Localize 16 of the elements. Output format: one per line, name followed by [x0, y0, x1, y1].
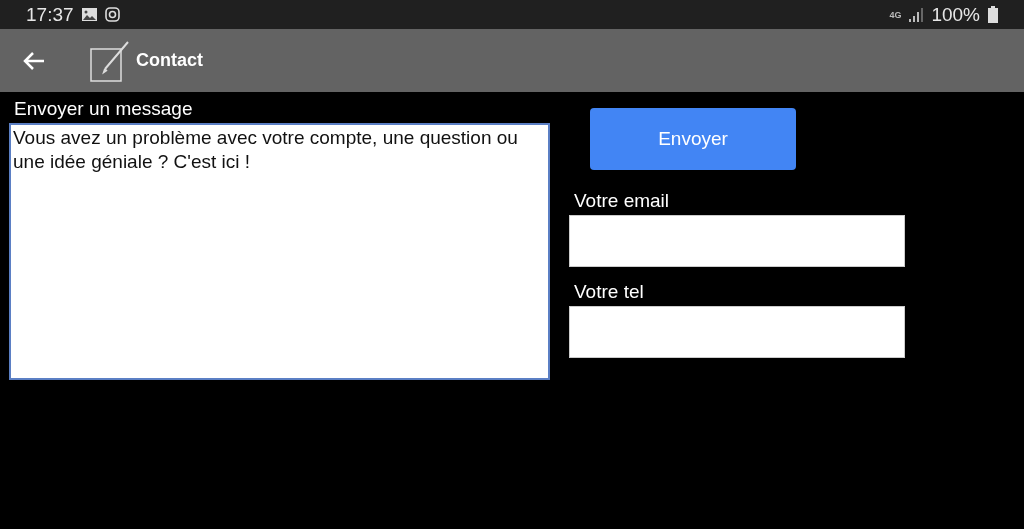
back-icon[interactable]	[22, 50, 46, 71]
battery-level: 100%	[931, 3, 980, 26]
signal-icon	[909, 7, 924, 22]
toolbar-title: Contact	[136, 50, 203, 71]
battery-icon	[988, 6, 998, 23]
field-label: Votre tel	[573, 281, 645, 303]
status-time: 17:37	[26, 3, 74, 26]
field-label: Votre email	[573, 190, 671, 212]
input-field[interactable]	[569, 215, 905, 267]
image-icon	[81, 8, 97, 21]
camera-icon	[104, 7, 120, 22]
message-label: Envoyer un message	[13, 98, 194, 120]
send-button[interactable]: Envoyer	[590, 108, 796, 170]
network-type: 4G	[889, 9, 902, 20]
input-field[interactable]	[569, 306, 905, 358]
message-field[interactable]: Vous avez un problème avec votre compte, une question ou une idée géniale ? C'est ici !	[9, 123, 550, 380]
